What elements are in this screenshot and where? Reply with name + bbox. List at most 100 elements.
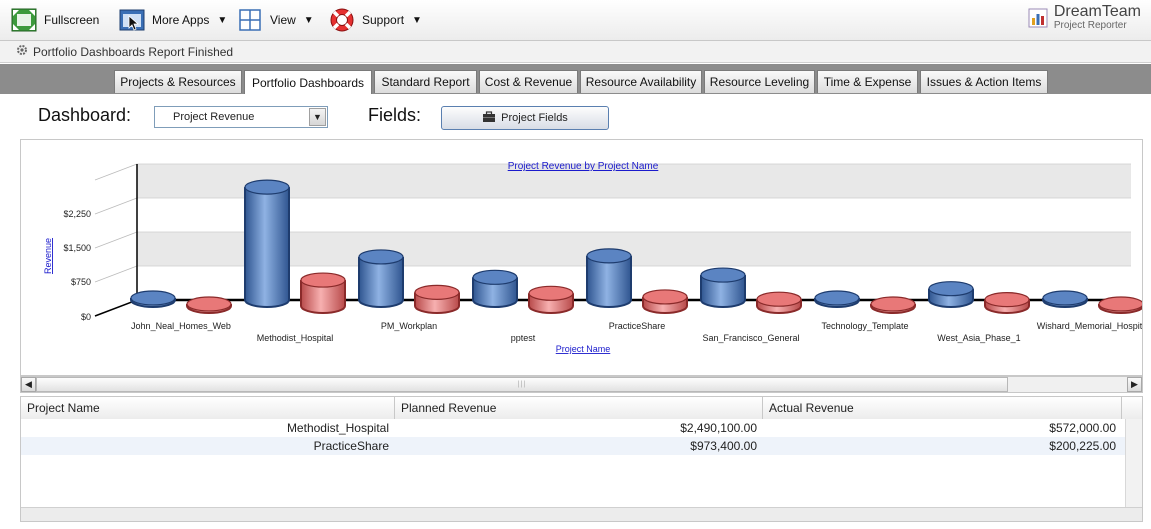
x-tick-label: Methodist_Hospital: [257, 333, 334, 343]
x-axis-label[interactable]: Project Name: [556, 344, 611, 354]
column-header-planned-revenue[interactable]: Planned Revenue: [395, 397, 763, 419]
status-message: Portfolio Dashboards Report Finished: [33, 44, 234, 59]
bar-top: [586, 248, 632, 264]
x-tick-label: San_Francisco_General: [702, 333, 799, 343]
bar-top: [358, 249, 404, 265]
view-button[interactable]: View ▼: [236, 0, 314, 40]
bar-top: [756, 291, 802, 307]
bar-body: [245, 187, 289, 300]
tab-label: Projects & Resources: [120, 75, 236, 89]
x-tick-label: John_Neal_Homes_Web: [131, 321, 231, 331]
chart-title[interactable]: Project Revenue by Project Name: [508, 161, 659, 172]
dashboard-label: Dashboard:: [38, 105, 132, 125]
tab-portfolio-dashboards[interactable]: Portfolio Dashboards: [244, 70, 372, 94]
chart-horizontal-scrollbar[interactable]: ◀ ||| ▶: [20, 376, 1143, 393]
y-tick-label: $1,500: [63, 243, 91, 253]
fullscreen-button[interactable]: Fullscreen: [10, 0, 99, 40]
support-label: Support: [362, 13, 405, 27]
grid-line: [94, 231, 138, 249]
tab-label: Time & Expense: [823, 75, 912, 89]
column-header-actual-revenue[interactable]: Actual Revenue: [763, 397, 1122, 419]
tab-label: Portfolio Dashboards: [251, 75, 365, 90]
y-tick-label: $0: [81, 312, 91, 322]
grid-line: [94, 265, 138, 283]
more-apps-label: More Apps: [152, 13, 210, 27]
chart-bar: [300, 272, 346, 314]
y-tick-label: $750: [71, 277, 91, 287]
chevron-down-icon[interactable]: ▼: [309, 108, 326, 126]
grid-line: [94, 197, 138, 215]
tab-issues-action-items[interactable]: Issues & Action Items: [920, 70, 1048, 93]
bar-top: [1042, 290, 1088, 306]
bar-top: [472, 269, 518, 285]
table-cell: PracticeShare: [313, 439, 389, 453]
tab-standard-report[interactable]: Standard Report: [374, 70, 477, 93]
chevron-down-icon: ▼: [303, 14, 314, 26]
bar-top: [300, 272, 346, 288]
bar-top: [186, 296, 232, 312]
chart-bar: [358, 249, 404, 308]
bar-top: [984, 292, 1030, 308]
scroll-left-icon[interactable]: ◀: [21, 377, 36, 392]
bar-top: [814, 290, 860, 306]
tab-cost-revenue[interactable]: Cost & Revenue: [479, 70, 578, 93]
chart-bar: [984, 292, 1030, 314]
table-horizontal-scrollbar[interactable]: [21, 507, 1142, 521]
chart-bar: [1042, 290, 1088, 308]
bar-top: [414, 284, 460, 300]
dashboard-select[interactable]: Project Revenue ▼: [154, 106, 328, 128]
chart-bar: [700, 267, 746, 308]
dashboard-select-value: Project Revenue: [173, 111, 255, 123]
chart-bar: [870, 296, 916, 314]
lifebuoy-icon: [328, 7, 356, 33]
chart-bar: [928, 281, 974, 308]
revenue-table: Project Name Planned Revenue Actual Reve…: [20, 396, 1143, 522]
bar-top: [870, 296, 916, 312]
y-tick-label: $2,250: [63, 209, 91, 219]
layout-grid-icon: [236, 7, 264, 33]
chart-bar: [186, 296, 232, 314]
chevron-down-icon: ▼: [412, 14, 422, 26]
fullscreen-icon: [10, 7, 38, 33]
x-tick-label: Technology_Template: [821, 321, 908, 331]
y-axis-label[interactable]: Revenue: [43, 238, 53, 274]
chart-bar: [528, 285, 574, 314]
chevron-down-icon: ▼: [217, 14, 228, 26]
tab-label: Issues & Action Items: [926, 75, 1042, 89]
tab-time-expense[interactable]: Time & Expense: [817, 70, 918, 93]
table-row[interactable]: Methodist_Hospital $2,490,100.00 $572,00…: [21, 419, 1142, 437]
brand-logo: DreamTeam Project Reporter: [1028, 4, 1141, 31]
tab-resource-leveling[interactable]: Resource Leveling: [704, 70, 815, 93]
table-vertical-scrollbar[interactable]: [1125, 419, 1142, 507]
support-button[interactable]: Support ▼: [328, 0, 422, 40]
bar-top: [700, 267, 746, 283]
tab-label: Resource Leveling: [709, 75, 810, 89]
chart-bar: [244, 179, 290, 308]
bar-top: [1098, 296, 1142, 312]
more-apps-icon: [118, 7, 146, 33]
brand-title: DreamTeam: [1053, 3, 1141, 20]
bar-top: [642, 289, 688, 305]
chart-bar: [414, 284, 460, 314]
tab-resource-availability[interactable]: Resource Availability: [580, 70, 702, 93]
table-header: Project Name Planned Revenue Actual Reve…: [21, 397, 1142, 420]
dashboard-controls: Dashboard: Project Revenue ▼ Fields: Pro…: [0, 102, 1151, 132]
tab-projects-resources[interactable]: Projects & Resources: [114, 70, 242, 93]
chart-bar: [756, 291, 802, 314]
scroll-right-icon[interactable]: ▶: [1127, 377, 1142, 392]
chart-panel: Project Revenue by Project Name Project …: [20, 139, 1143, 376]
table-cell: $2,490,100.00: [680, 421, 757, 435]
top-toolbar: Fullscreen More Apps ▼ View ▼ Support ▼ …: [0, 0, 1151, 41]
x-tick-label: Wishard_Memorial_Hospital: [1037, 321, 1142, 331]
table-cell: $973,400.00: [690, 439, 757, 453]
scrollbar-thumb[interactable]: |||: [36, 377, 1008, 392]
table-row[interactable]: PracticeShare $973,400.00 $200,225.00: [21, 437, 1142, 455]
bar-top: [528, 285, 574, 301]
column-header-project-name[interactable]: Project Name: [21, 397, 395, 419]
briefcase-icon: [482, 110, 496, 126]
gear-icon: [16, 44, 28, 59]
project-fields-button[interactable]: Project Fields: [441, 106, 609, 130]
x-tick-label: West_Asia_Phase_1: [937, 333, 1020, 343]
more-apps-button[interactable]: More Apps ▼: [118, 0, 227, 40]
x-tick-label: PracticeShare: [609, 321, 666, 331]
